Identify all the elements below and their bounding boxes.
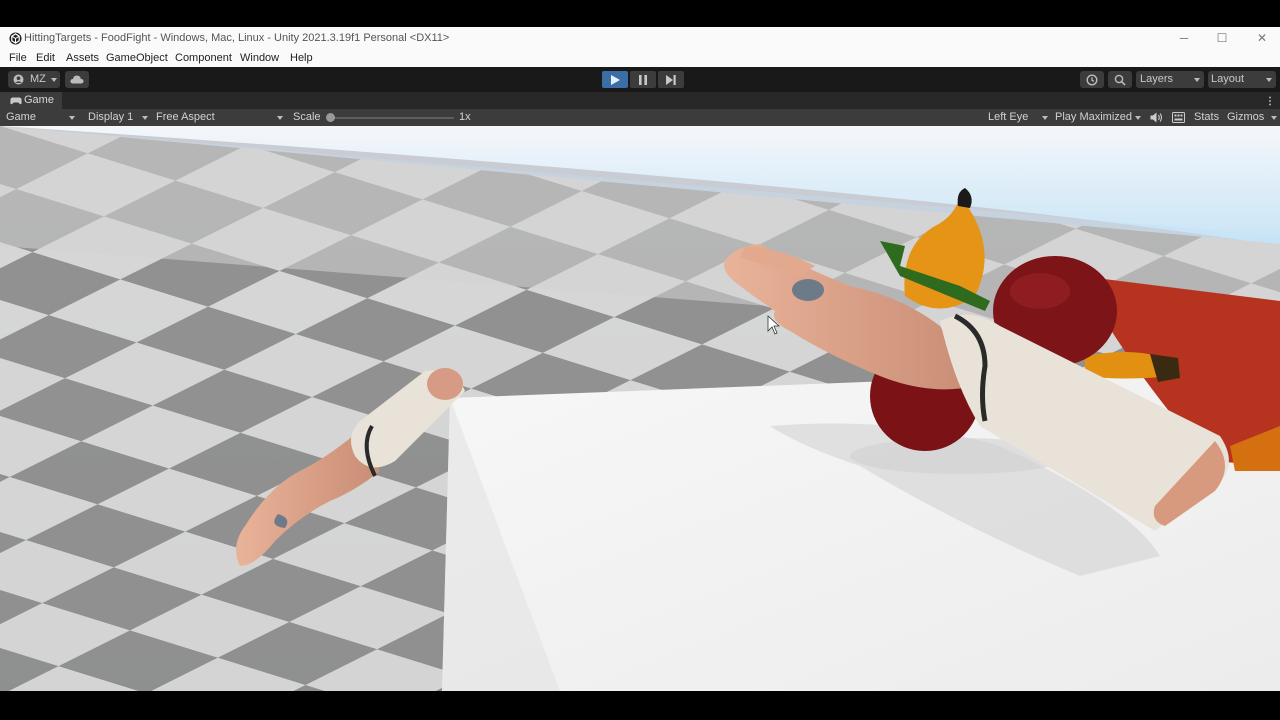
play-button[interactable] bbox=[602, 71, 628, 88]
search-icon bbox=[1114, 74, 1126, 86]
layers-label: Layers bbox=[1140, 73, 1174, 85]
menu-file[interactable]: File bbox=[9, 52, 27, 64]
main-toolbar: MZ Layers Layout bbox=[0, 67, 1280, 92]
eye-label: Left Eye bbox=[988, 111, 1029, 123]
menu-component[interactable]: Component bbox=[175, 52, 232, 64]
display-label: Display 1 bbox=[88, 111, 134, 123]
chevron-down-icon bbox=[69, 116, 75, 120]
chevron-down-icon bbox=[1194, 78, 1200, 82]
menu-help[interactable]: Help bbox=[290, 52, 313, 64]
tab-game-label: Game bbox=[24, 94, 54, 106]
game-scene bbox=[0, 126, 1280, 691]
view-mode-label: Game bbox=[6, 111, 36, 123]
account-icon bbox=[13, 74, 24, 85]
stats-button[interactable]: Stats bbox=[1194, 111, 1219, 123]
scale-slider-track[interactable] bbox=[329, 117, 454, 119]
menu-window[interactable]: Window bbox=[240, 52, 279, 64]
more-options-icon[interactable] bbox=[1268, 96, 1272, 106]
step-icon bbox=[666, 75, 676, 85]
chevron-down-icon bbox=[277, 116, 283, 120]
gizmos-label: Gizmos bbox=[1227, 111, 1265, 123]
menu-bar: File Edit Assets GameObject Component Wi… bbox=[0, 50, 1280, 67]
view-mode-dropdown[interactable]: Game bbox=[0, 109, 80, 126]
play-mode-dropdown[interactable]: Play Maximized bbox=[1052, 109, 1146, 126]
window-title-bar: HittingTargets - FoodFight - Windows, Ma… bbox=[0, 27, 1280, 51]
eye-dropdown[interactable]: Left Eye bbox=[984, 109, 1052, 126]
account-dropdown[interactable]: MZ bbox=[8, 71, 60, 88]
keyboard-icon[interactable] bbox=[1172, 112, 1185, 123]
cloud-button[interactable] bbox=[65, 71, 89, 88]
account-label: MZ bbox=[30, 73, 46, 85]
display-dropdown[interactable]: Display 1 bbox=[82, 109, 152, 126]
game-view-control-bar: Game Display 1 Free Aspect Scale 1x Left… bbox=[0, 109, 1280, 127]
gamepad-icon bbox=[10, 97, 22, 105]
menu-gameobject[interactable]: GameObject bbox=[106, 52, 168, 64]
play-mode-label: Play Maximized bbox=[1055, 111, 1133, 123]
close-button[interactable]: ✕ bbox=[1255, 30, 1269, 46]
chevron-down-icon bbox=[142, 116, 148, 120]
history-icon bbox=[1086, 74, 1098, 86]
aspect-label: Free Aspect bbox=[156, 111, 215, 123]
layers-dropdown[interactable]: Layers bbox=[1136, 71, 1204, 88]
layout-label: Layout bbox=[1211, 73, 1245, 85]
layout-dropdown[interactable]: Layout bbox=[1208, 71, 1276, 88]
tab-game[interactable]: Game bbox=[0, 92, 62, 109]
pause-icon bbox=[639, 75, 647, 85]
menu-assets[interactable]: Assets bbox=[66, 52, 99, 64]
bottom-letterbox bbox=[0, 691, 1280, 720]
maximize-button[interactable]: ☐ bbox=[1215, 30, 1229, 46]
play-icon bbox=[611, 75, 620, 85]
gizmos-dropdown[interactable]: Gizmos bbox=[1224, 109, 1280, 126]
step-button[interactable] bbox=[658, 71, 684, 88]
menu-edit[interactable]: Edit bbox=[36, 52, 55, 64]
scale-label: Scale bbox=[293, 111, 321, 123]
unity-logo-icon bbox=[9, 32, 22, 45]
search-button[interactable] bbox=[1108, 71, 1132, 88]
aspect-dropdown[interactable]: Free Aspect bbox=[152, 109, 286, 126]
ring bbox=[792, 279, 824, 301]
minimize-button[interactable]: ─ bbox=[1177, 30, 1191, 46]
chevron-down-icon bbox=[1135, 116, 1141, 120]
chevron-down-icon bbox=[51, 78, 57, 82]
cloud-icon bbox=[70, 75, 84, 84]
scale-slider-handle[interactable] bbox=[326, 113, 335, 122]
chevron-down-icon bbox=[1271, 116, 1277, 120]
pause-button[interactable] bbox=[630, 71, 656, 88]
scale-value: 1x bbox=[459, 111, 471, 123]
chevron-down-icon bbox=[1266, 78, 1272, 82]
chevron-down-icon bbox=[1042, 116, 1048, 120]
game-viewport[interactable] bbox=[0, 126, 1280, 691]
undo-history-button[interactable] bbox=[1080, 71, 1104, 88]
game-tab-bar: Game bbox=[0, 92, 1280, 109]
speaker-icon[interactable] bbox=[1150, 112, 1163, 123]
window-title: HittingTargets - FoodFight - Windows, Ma… bbox=[24, 32, 450, 44]
